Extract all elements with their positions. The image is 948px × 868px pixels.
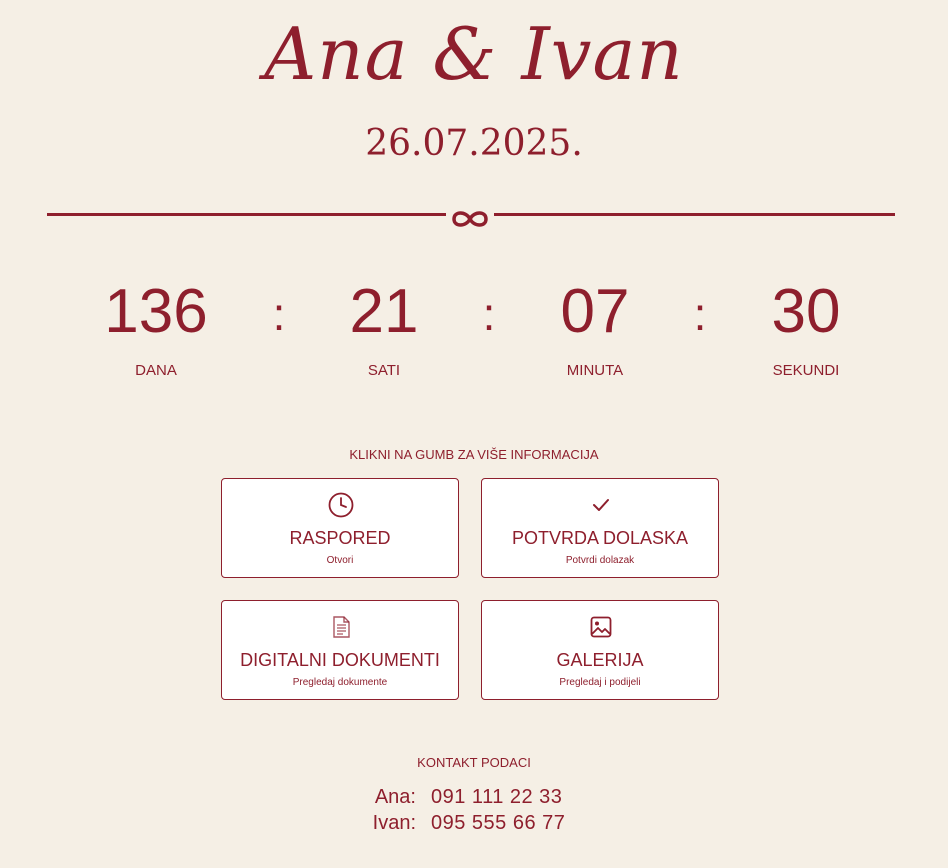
image-icon (590, 616, 612, 638)
countdown-hours-label: SATI (367, 362, 401, 379)
rsvp-button[interactable]: POTVRDA DOLASKA Potvrdi dolazak (481, 478, 719, 578)
contact-section-label: KONTAKT PODACI (417, 755, 531, 770)
contact-name: Ivan: (372, 812, 416, 834)
contact-phone-link[interactable]: 095 555 66 77 (431, 810, 631, 836)
schedule-button-subtitle: Otvori (326, 555, 354, 566)
documents-button-subtitle: Pregledaj dokumente (292, 677, 388, 688)
countdown-separator: : (272, 288, 286, 340)
documents-button[interactable]: DIGITALNI DOKUMENTI Pregledaj dokumente (221, 600, 459, 700)
countdown-separator: : (693, 288, 707, 340)
ornamental-divider (47, 202, 895, 236)
documents-button-title: DIGITALNI DOKUMENTI (240, 650, 440, 670)
contact-row-ana: Ana: 091 111 22 33 (0, 784, 948, 810)
countdown-separator: : (482, 288, 496, 340)
rsvp-button-subtitle: Potvrdi dolazak (565, 555, 635, 566)
clock-icon (328, 492, 354, 518)
gallery-button-title: GALERIJA (556, 650, 644, 670)
contact-name: Ana: (374, 786, 416, 808)
rsvp-button-title: POTVRDA DOLASKA (511, 528, 689, 548)
divider-line-right (494, 213, 895, 216)
countdown-hours-value: 21 (349, 277, 419, 346)
couple-names-title: Ana & Ivan (264, 12, 684, 96)
countdown-seconds-label: SEKUNDI (772, 362, 840, 379)
countdown-days-label: DANA (135, 362, 177, 379)
gallery-button[interactable]: GALERIJA Pregledaj i podijeli (481, 600, 719, 700)
divider-line-left (47, 213, 446, 216)
schedule-button[interactable]: RASPORED Otvori (221, 478, 459, 578)
infinity-icon (452, 211, 488, 227)
countdown-days-value: 136 (104, 277, 208, 346)
wedding-date: 26.07.2025. (365, 123, 583, 164)
checkmark-icon (593, 499, 609, 511)
info-instruction-label: KLIKNI NA GUMB ZA VIŠE INFORMACIJA (349, 447, 599, 462)
countdown-minutes-value: 07 (560, 277, 630, 346)
contact-row-ivan: Ivan: 095 555 66 77 (0, 810, 948, 836)
countdown-minutes-label: MINUTA (566, 362, 624, 379)
document-icon (333, 616, 350, 638)
gallery-button-subtitle: Pregledaj i podijeli (559, 677, 641, 688)
countdown-seconds-value: 30 (771, 277, 841, 346)
contact-phone-link[interactable]: 091 111 22 33 (431, 784, 631, 810)
schedule-button-title: RASPORED (289, 528, 391, 548)
